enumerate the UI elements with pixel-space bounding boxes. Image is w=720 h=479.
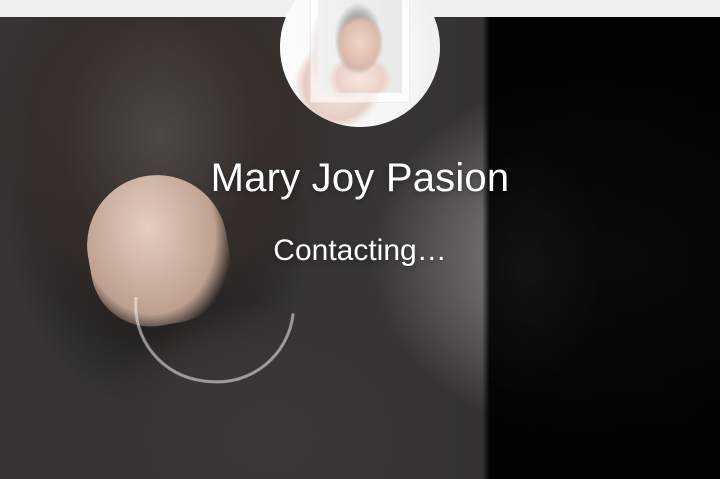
contact-avatar: [280, 0, 440, 127]
video-call-screen: Mary Joy Pasion Contacting…: [0, 0, 720, 479]
avatar-photo-inner: [318, 0, 402, 93]
right-dark-panel: [486, 17, 720, 479]
avatar-photo-frame: [310, 0, 410, 103]
